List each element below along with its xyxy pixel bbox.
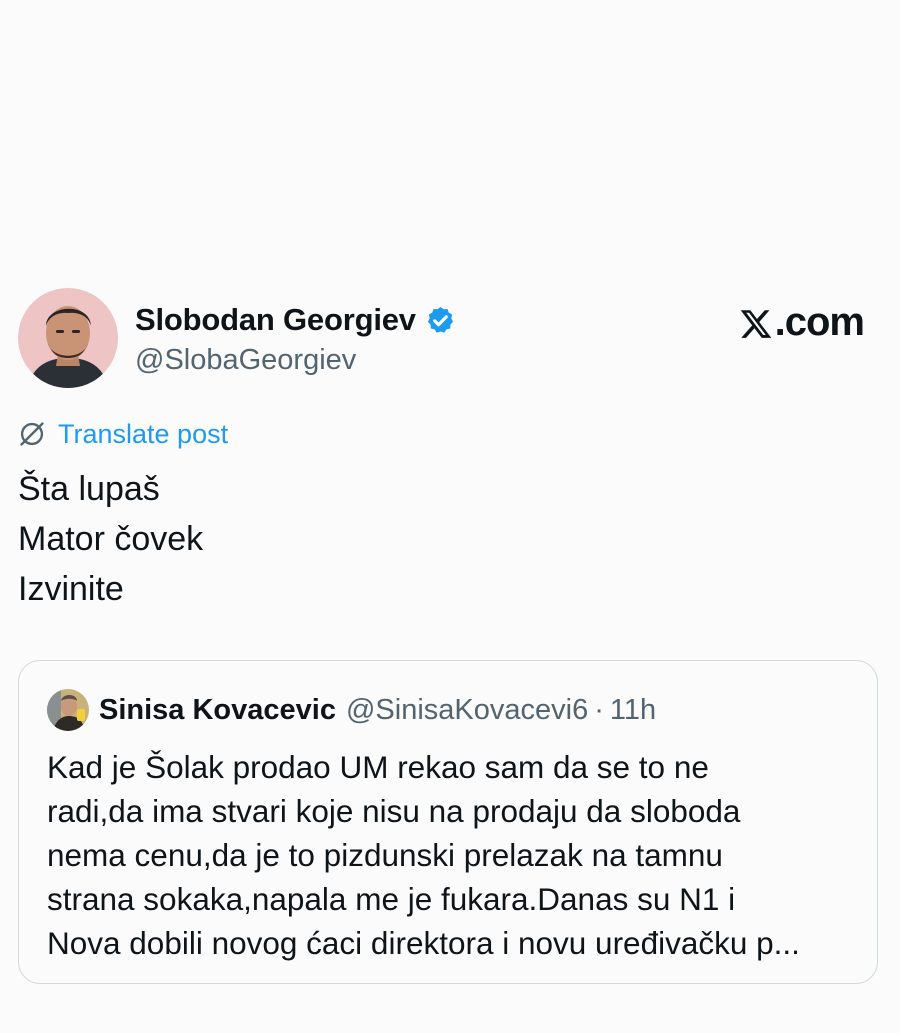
separator-dot: · — [594, 693, 604, 726]
translate-globe-icon — [20, 422, 44, 446]
quoted-post-header: Sinisa Kovacevic @SinisaKovacevi6 · 11h — [47, 687, 656, 733]
avatar-portrait-icon — [18, 288, 118, 388]
translate-label: Translate post — [58, 418, 229, 449]
quoted-text-line: nema cenu,da je to pizdunski prelazak na… — [47, 837, 723, 873]
quoted-avatar-portrait-icon — [47, 689, 89, 731]
post-text-line: Šta lupaš — [18, 470, 160, 508]
verified-badge-icon — [425, 305, 456, 336]
post-header: Slobodan Georgiev @SlobaGeorgiev .com — [18, 288, 882, 388]
quoted-post-text: Kad je Šolak prodao UM rekao sam da se t… — [47, 745, 857, 965]
quoted-post-card[interactable]: Sinisa Kovacevic @SinisaKovacevi6 · 11h … — [18, 660, 878, 984]
author-name-row: Slobodan Georgiev — [135, 300, 456, 340]
quoted-text-line: strana sokaka,napala me je fukara.Danas … — [47, 881, 736, 917]
quoted-author-handle[interactable]: @SinisaKovacevi6 — [346, 694, 588, 727]
quoted-post-timestamp[interactable]: 11h — [610, 694, 656, 727]
author-handle[interactable]: @SlobaGeorgiev — [135, 344, 356, 377]
author-display-name[interactable]: Slobodan Georgiev — [135, 302, 416, 338]
translate-post-link[interactable]: Translate post — [18, 414, 228, 454]
author-avatar[interactable] — [18, 288, 118, 388]
quoted-text-line: Nova dobili novog ćaci direktora i novu … — [47, 925, 800, 961]
x-logo-icon — [739, 306, 773, 340]
x-logo: .com — [739, 300, 865, 345]
quoted-author-avatar[interactable] — [47, 689, 89, 731]
post-text: Šta lupaš Mator čovek Izvinite — [18, 464, 203, 614]
quoted-text-line: radi,da ima stvari koje nisu na prodaju … — [47, 793, 741, 829]
post-text-line: Mator čovek — [18, 520, 204, 558]
screenshot-canvas: Slobodan Georgiev @SlobaGeorgiev .com Tr… — [0, 0, 900, 1033]
quoted-author-name[interactable]: Sinisa Kovacevic — [99, 694, 336, 727]
brand-domain: .com — [774, 300, 865, 344]
quoted-text-line: Kad je Šolak prodao UM rekao sam da se t… — [47, 749, 709, 785]
post-text-line: Izvinite — [18, 570, 124, 608]
